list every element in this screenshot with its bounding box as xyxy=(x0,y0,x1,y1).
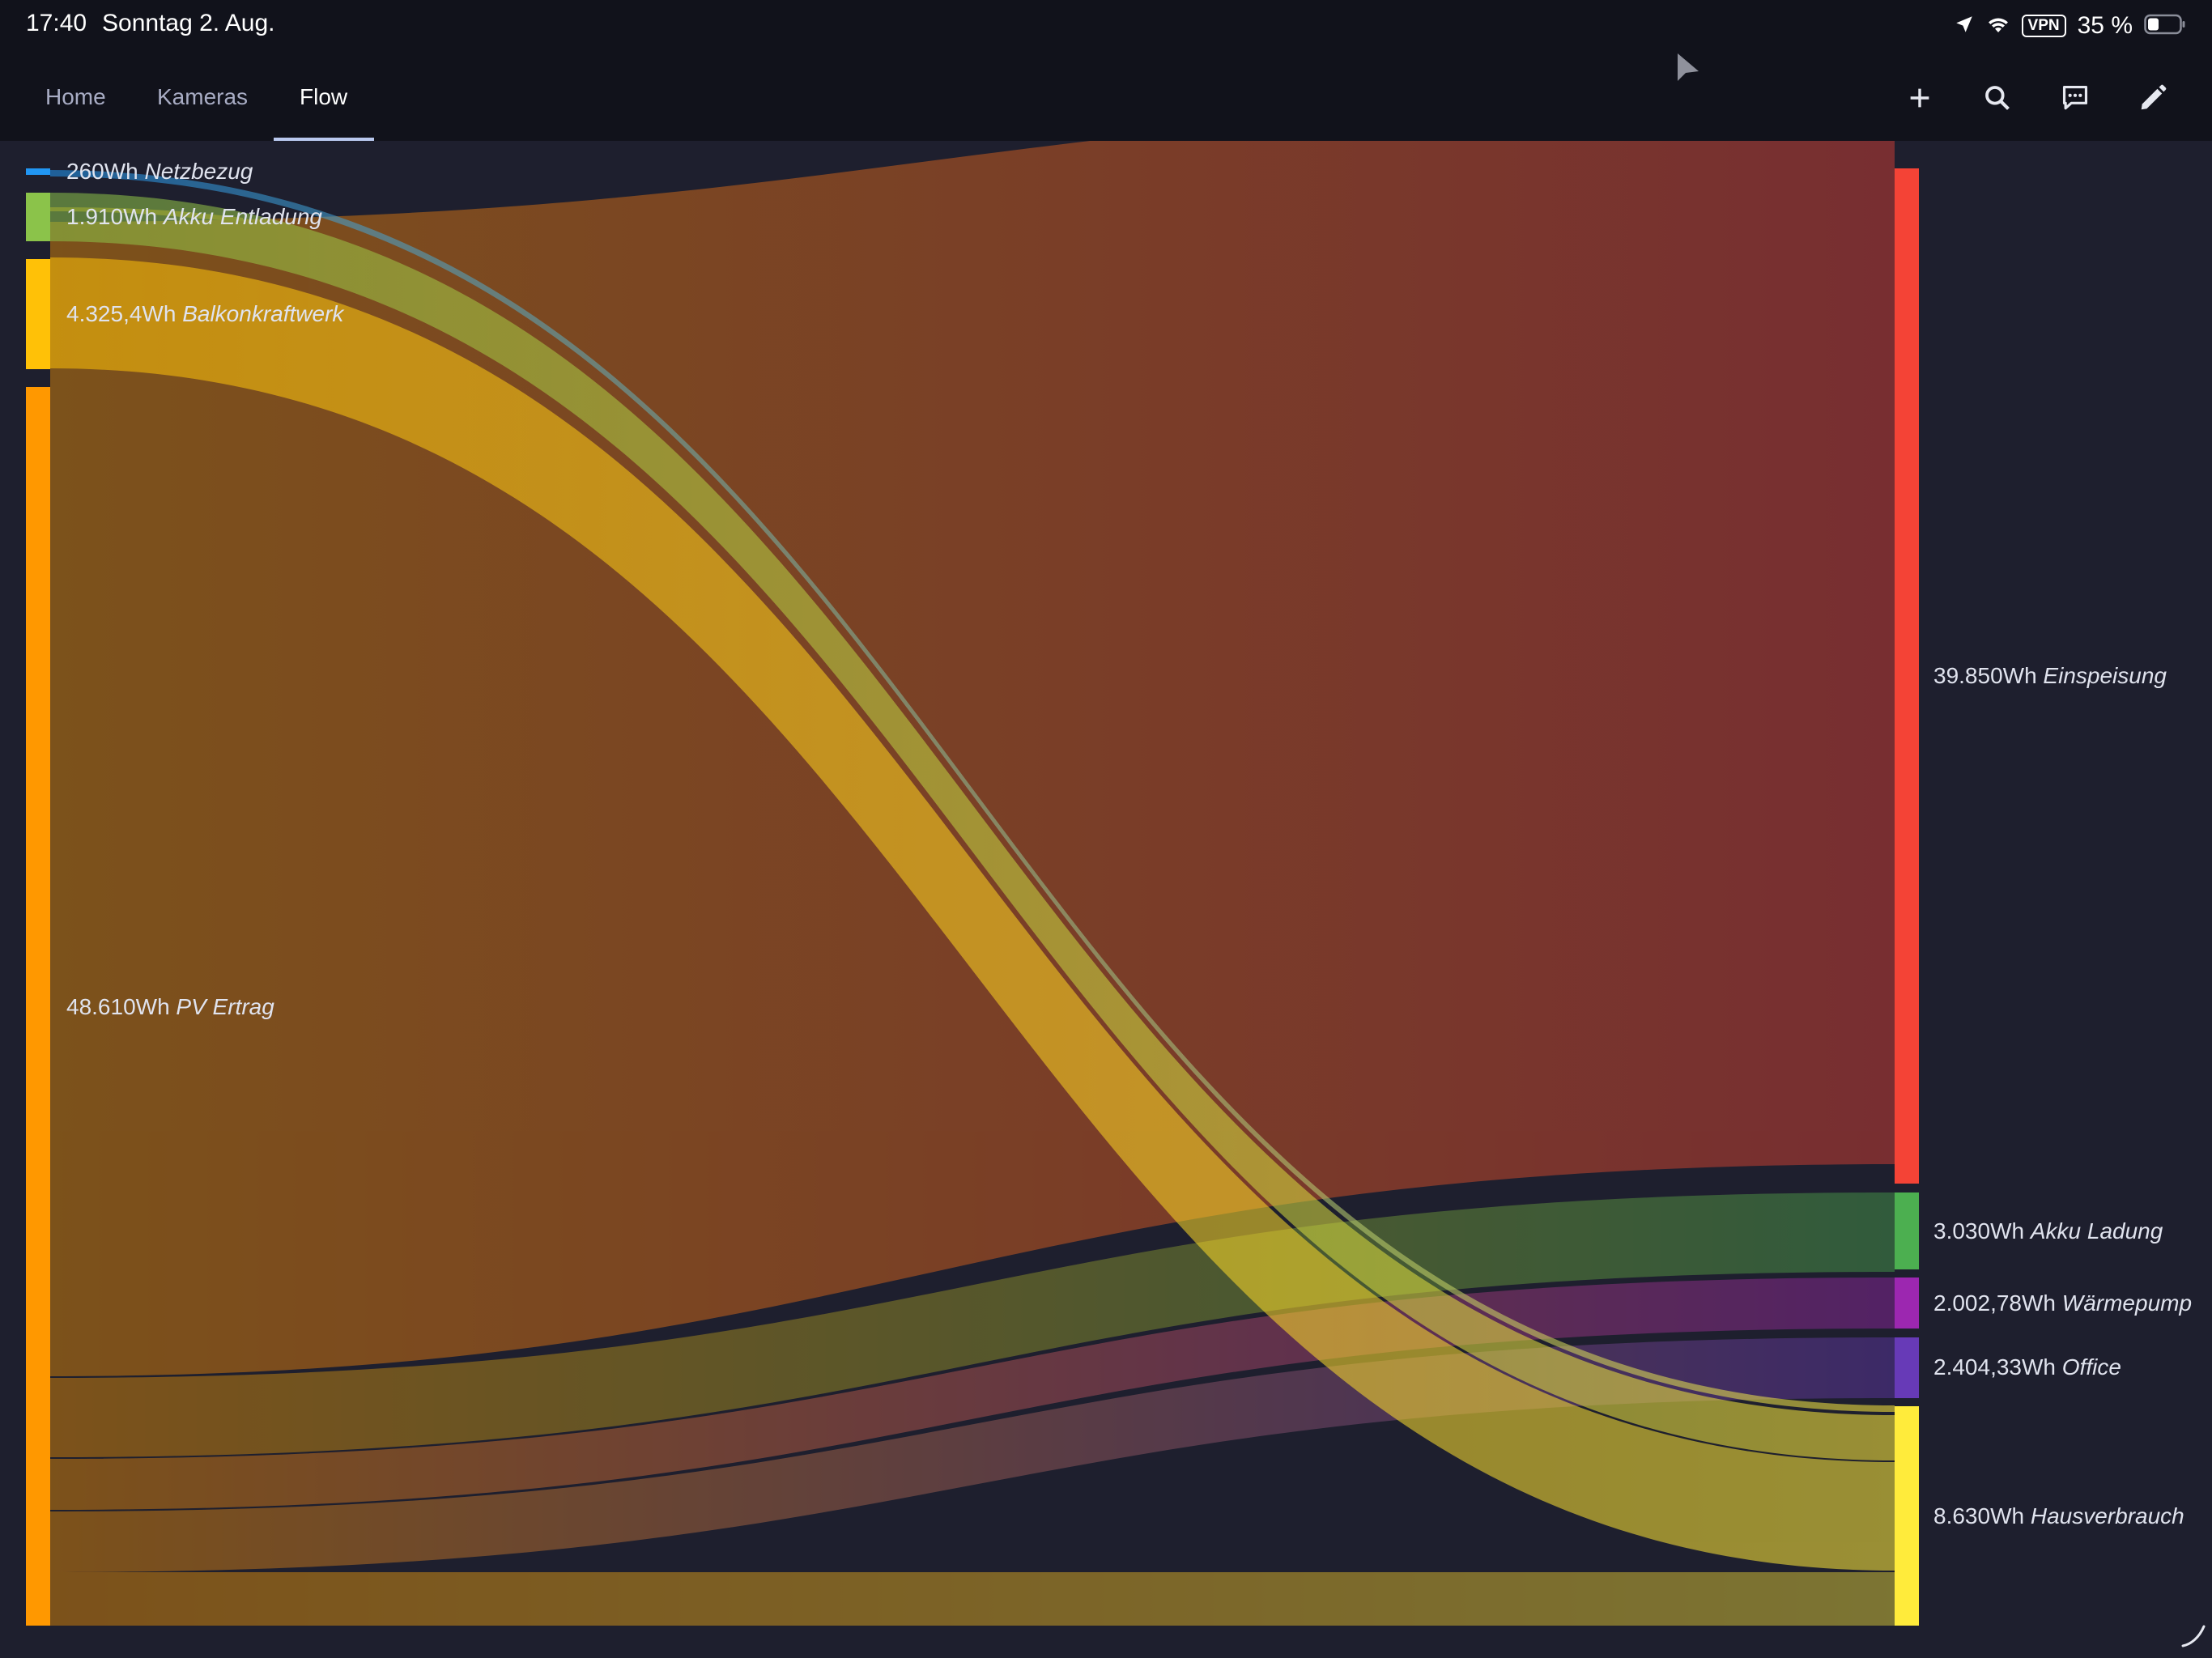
edit-icon xyxy=(2141,84,2167,110)
sankey-target-nodes xyxy=(1895,168,1919,1626)
source-name-akku-entladung: Akku Entladung xyxy=(162,204,323,229)
node-office xyxy=(1895,1337,1919,1398)
source-value-pv-ertrag: 48.610Wh xyxy=(66,994,170,1019)
target-label-akku-ladung: 3.030Wh Akku Ladung xyxy=(1933,1218,2163,1244)
target-label-einspeisung: 39.850Wh Einspeisung xyxy=(1933,663,2167,688)
target-value-office: 2.404,33Wh xyxy=(1933,1354,2056,1380)
sankey-target-labels: 39.850Wh Einspeisung 3.030Wh Akku Ladung… xyxy=(1933,663,2192,1528)
sankey-source-nodes xyxy=(26,168,50,1626)
node-netzbezug xyxy=(26,168,50,175)
tab-kameras[interactable]: Kameras xyxy=(157,53,248,141)
node-akku-entladung xyxy=(26,193,50,241)
target-name-waermepump: Wärmepump xyxy=(2062,1290,2192,1316)
target-value-hausverbrauch: 8.630Wh xyxy=(1933,1503,2024,1528)
source-name-netzbezug: Netzbezug xyxy=(145,159,253,184)
source-value-netzbezug: 260Wh xyxy=(66,159,138,184)
status-bar: 17:40 Sonntag 2. Aug. VPN 35 % xyxy=(0,0,2212,53)
target-label-office: 2.404,33Wh Office xyxy=(1933,1354,2121,1380)
node-pv-ertrag xyxy=(26,387,50,1626)
source-label-akku-entladung: 1.910Wh Akku Entladung xyxy=(66,204,322,229)
edit-button[interactable] xyxy=(2131,76,2175,120)
target-label-waermepump: 2.002,78Wh Wärmepump xyxy=(1933,1290,2192,1316)
pointer-cursor-icon xyxy=(1674,52,1704,88)
app-toolbar: Home Kameras Flow xyxy=(0,53,2212,141)
target-name-office: Office xyxy=(2062,1354,2121,1380)
source-value-balkonkraftwerk: 4.325,4Wh xyxy=(66,301,176,326)
source-label-netzbezug: 260Wh Netzbezug xyxy=(66,159,253,184)
tab-home[interactable]: Home xyxy=(45,53,106,141)
node-einspeisung xyxy=(1895,168,1919,1184)
add-button[interactable] xyxy=(1898,76,1942,120)
status-date: Sonntag 2. Aug. xyxy=(102,10,275,36)
target-value-einspeisung: 39.850Wh xyxy=(1933,663,2037,688)
node-waermepump xyxy=(1895,1278,1919,1329)
wifi-icon xyxy=(1986,15,2010,38)
battery-icon xyxy=(2144,14,2186,39)
target-value-waermepump: 2.002,78Wh xyxy=(1933,1290,2056,1316)
chat-icon xyxy=(2062,85,2088,110)
add-icon xyxy=(1910,88,1929,108)
resize-handle-icon[interactable] xyxy=(2178,1620,2207,1653)
energy-flow-sankey: 260Wh Netzbezug 1.910Wh Akku Entladung 4… xyxy=(26,141,2192,1626)
source-name-pv-ertrag: PV Ertrag xyxy=(176,994,274,1019)
target-value-akku-ladung: 3.030Wh xyxy=(1933,1218,2024,1244)
tab-flow[interactable]: Flow xyxy=(300,53,347,141)
status-time: 17:40 xyxy=(26,10,87,36)
node-akku-ladung xyxy=(1895,1192,1919,1269)
battery-percentage: 35 % xyxy=(2077,12,2133,39)
source-value-akku-entladung: 1.910Wh xyxy=(66,204,157,229)
location-icon xyxy=(1954,14,1975,39)
node-balkonkraftwerk xyxy=(26,259,50,369)
source-label-balkonkraftwerk: 4.325,4Wh Balkonkraftwerk xyxy=(66,301,345,326)
vpn-badge: VPN xyxy=(2021,15,2066,37)
source-label-pv-ertrag: 48.610Wh PV Ertrag xyxy=(66,994,274,1019)
target-name-akku-ladung: Akku Ladung xyxy=(2029,1218,2163,1244)
search-button[interactable] xyxy=(1976,76,2019,120)
search-icon xyxy=(1985,86,2010,110)
target-name-einspeisung: Einspeisung xyxy=(2043,663,2167,688)
target-label-hausverbrauch: 8.630Wh Hausverbrauch xyxy=(1933,1503,2184,1528)
node-hausverbrauch xyxy=(1895,1406,1919,1626)
assist-button[interactable] xyxy=(2053,76,2097,120)
link-pv-to-hausverbrauch xyxy=(50,1572,1895,1626)
source-name-balkonkraftwerk: Balkonkraftwerk xyxy=(182,301,345,326)
status-indicators: VPN 35 % xyxy=(1954,8,2186,44)
target-name-hausverbrauch: Hausverbrauch xyxy=(2031,1503,2184,1528)
